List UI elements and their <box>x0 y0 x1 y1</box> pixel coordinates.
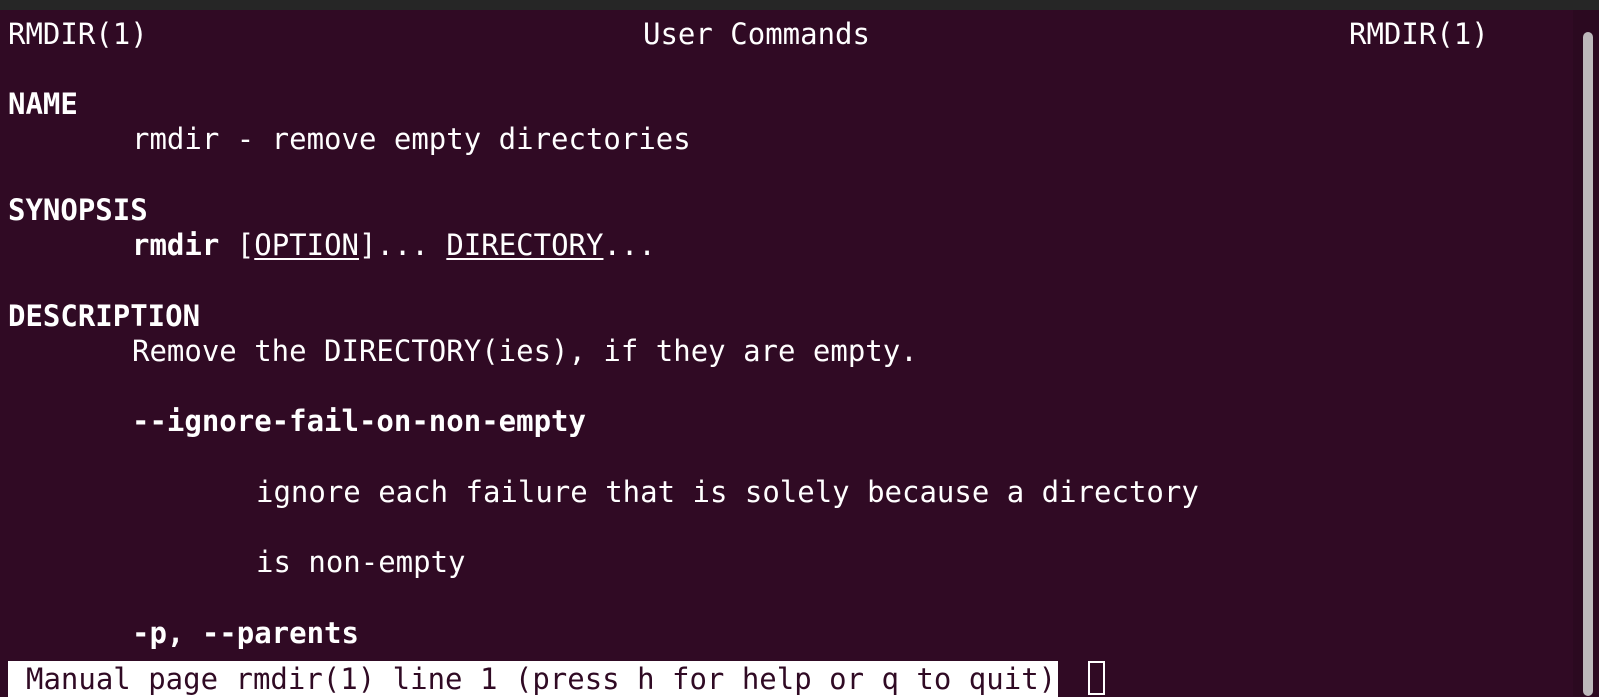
option-parents-flag: -p, --parents <box>132 616 359 650</box>
synopsis-ellipsis: ... <box>603 228 656 262</box>
synopsis-line: rmdir [OPTION]... DIRECTORY... <box>132 227 656 263</box>
synopsis-bracket-open: [ <box>236 228 255 262</box>
description-text: Remove the DIRECTORY(ies), if they are e… <box>132 334 918 368</box>
man-header-left: RMDIR(1) <box>8 17 148 51</box>
scrollbar-track[interactable] <box>1573 10 1599 696</box>
synopsis-command: rmdir <box>132 228 220 262</box>
option-ignore-fail-flag: --ignore-fail-on-non-empty <box>132 404 586 438</box>
section-heading-synopsis: SYNOPSIS <box>8 193 148 227</box>
scrollbar-thumb[interactable] <box>1583 32 1593 696</box>
section-heading-description: DESCRIPTION <box>8 299 201 333</box>
window-top-edge <box>0 0 1599 10</box>
synopsis-option: OPTION <box>254 228 360 262</box>
synopsis-directory: DIRECTORY <box>446 228 604 262</box>
terminal-cursor <box>1088 661 1105 695</box>
option-ignore-fail-desc-1: ignore each failure that is solely becau… <box>256 475 1199 509</box>
option-ignore-fail-desc-2: is non-empty <box>256 545 466 579</box>
name-description: rmdir - remove empty directories <box>132 122 691 156</box>
man-header-right: RMDIR(1) <box>1349 17 1489 51</box>
terminal-viewport[interactable]: RMDIR(1) User Commands RMDIR(1) NAME rmd… <box>0 10 1599 696</box>
pager-status-bar: Manual page rmdir(1) line 1 (press h for… <box>8 661 1059 697</box>
man-header-center: User Commands <box>643 17 870 51</box>
section-heading-name: NAME <box>8 87 78 121</box>
synopsis-bracket-close: ]... <box>359 228 447 262</box>
